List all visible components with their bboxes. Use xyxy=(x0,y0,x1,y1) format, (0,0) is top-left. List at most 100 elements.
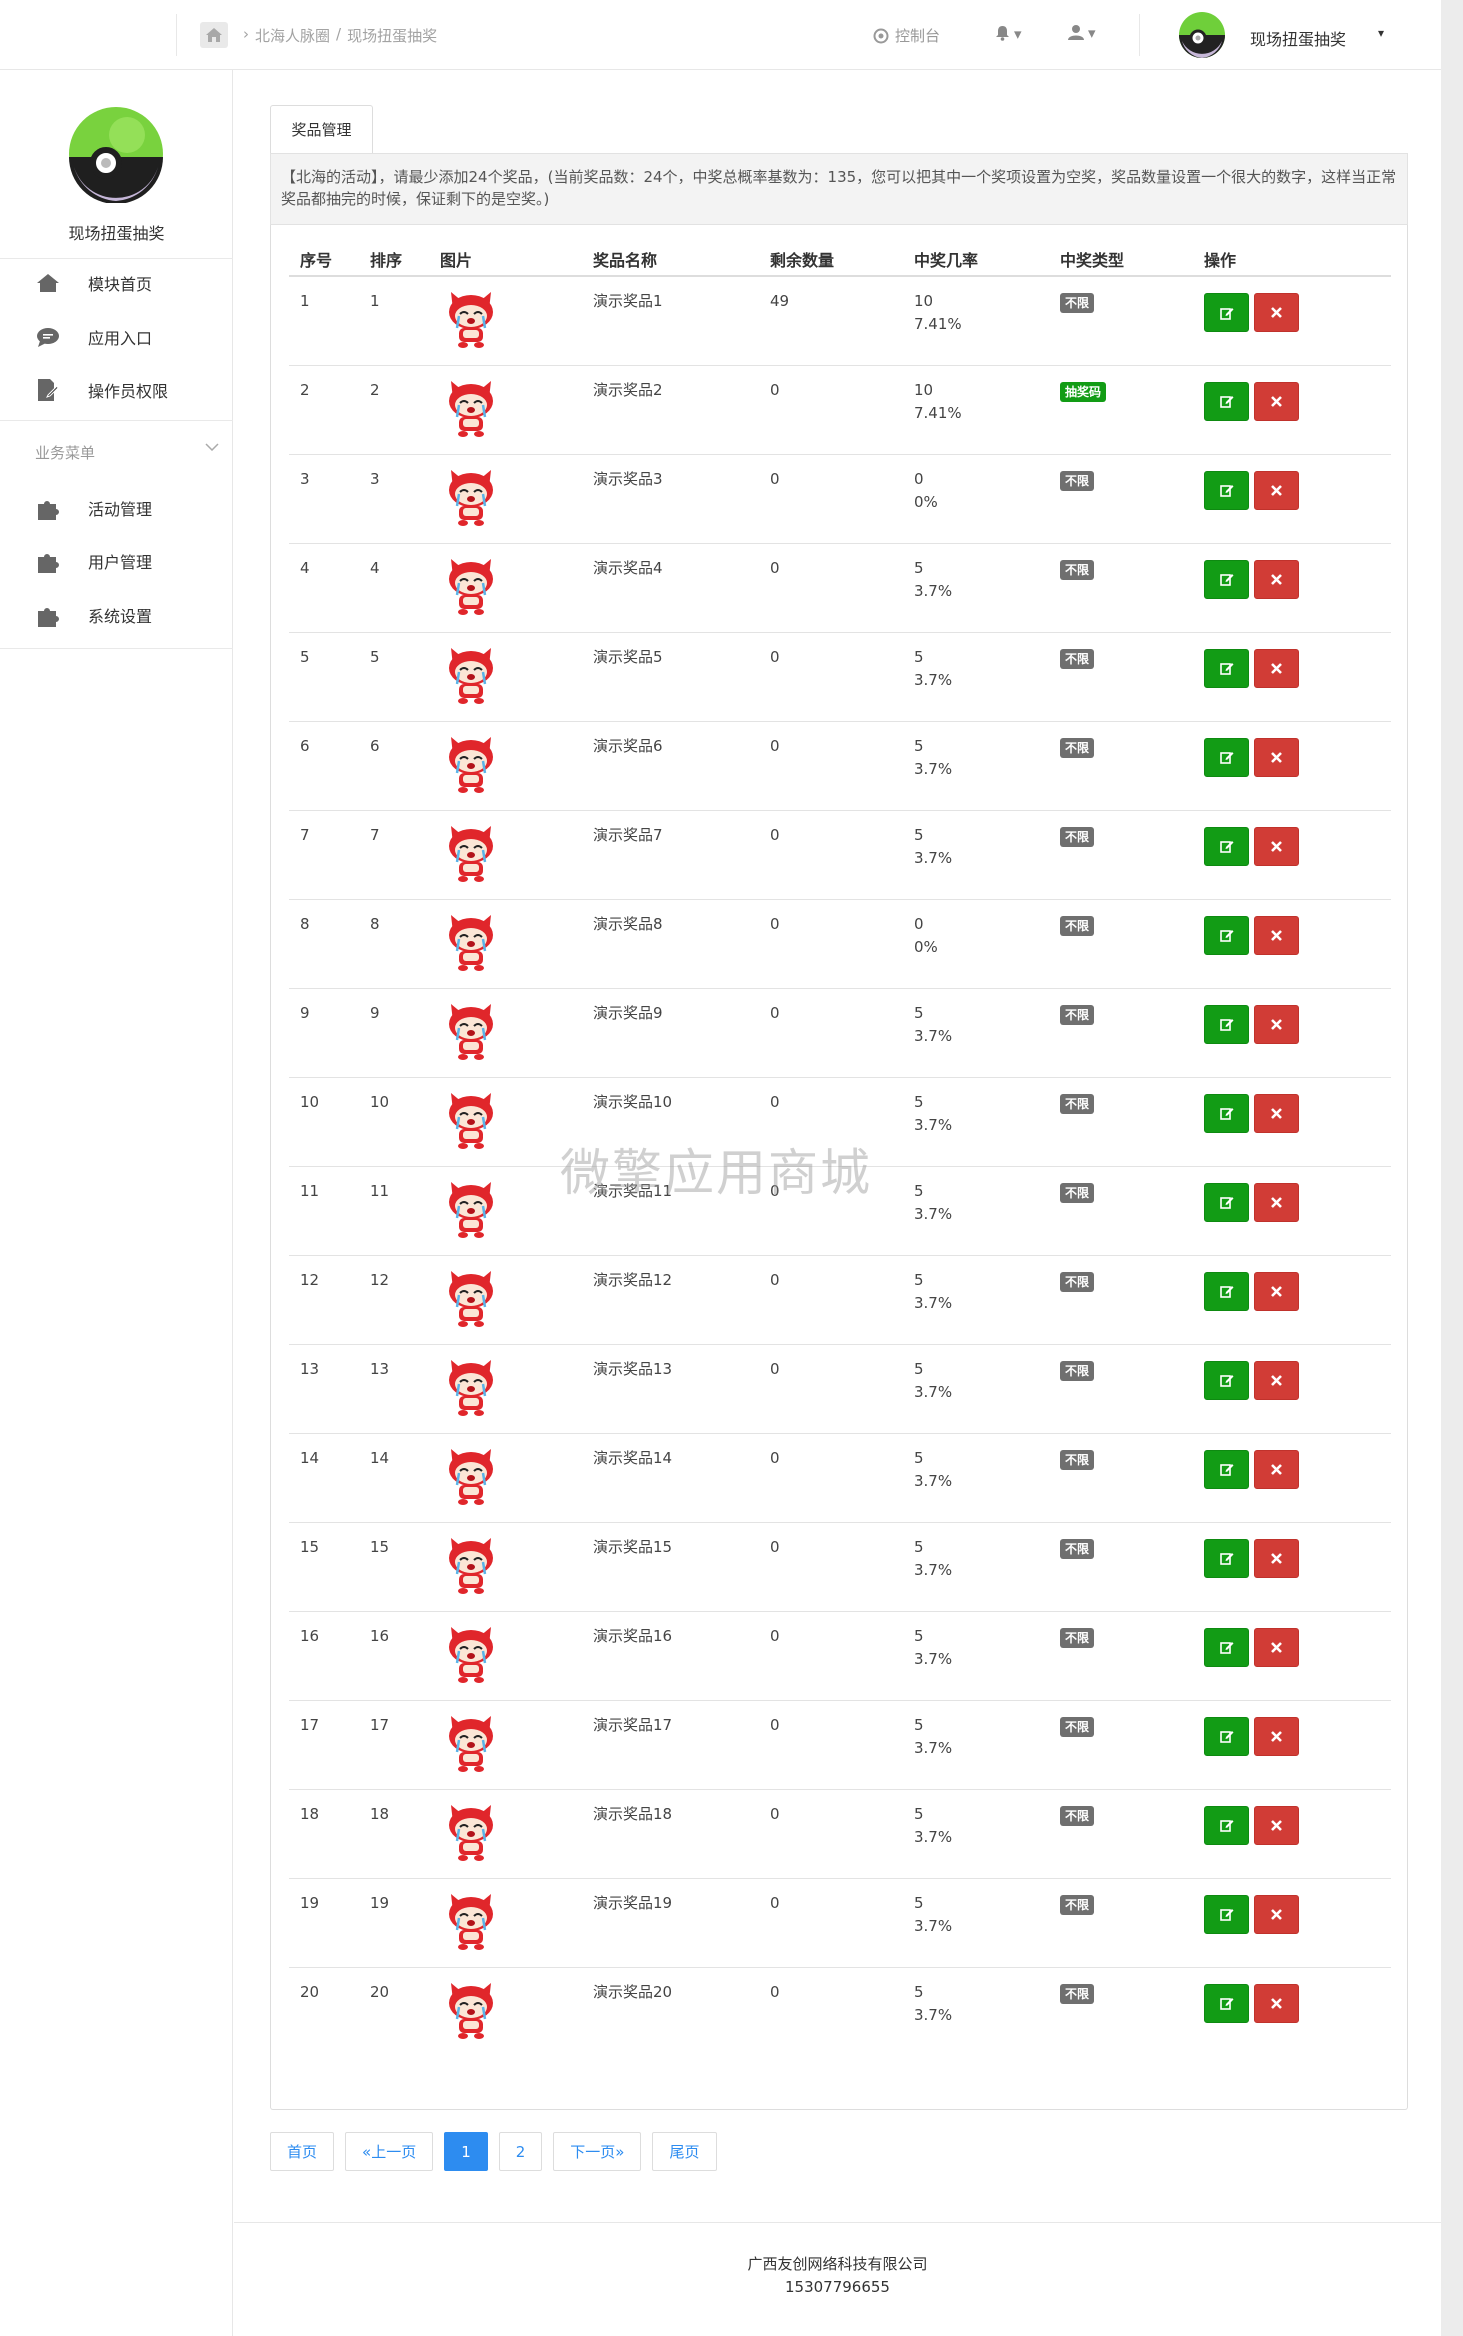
delete-button[interactable] xyxy=(1254,293,1299,332)
probability-weight: 5 xyxy=(914,558,924,577)
cell-no: 11 xyxy=(289,1166,359,1256)
delete-button[interactable] xyxy=(1254,1894,1299,1934)
delete-button[interactable] xyxy=(1254,381,1299,421)
sidebar-item-user-management[interactable]: 用户管理 xyxy=(0,536,233,586)
user-icon xyxy=(1068,25,1084,40)
close-icon xyxy=(1271,662,1282,674)
delete-button[interactable] xyxy=(1254,648,1299,688)
edit-button[interactable] xyxy=(1204,737,1249,777)
probability-weight: 0 xyxy=(914,914,924,933)
pagination-next[interactable]: 下一页» xyxy=(553,2132,642,2171)
pagination-prev[interactable]: «上一页 xyxy=(345,2132,434,2171)
avatar[interactable] xyxy=(1178,11,1226,59)
cell-no: 9 xyxy=(289,988,359,1078)
delete-button[interactable] xyxy=(1254,1805,1299,1845)
edit-button[interactable] xyxy=(1204,1271,1249,1311)
probability-percent: 3.7% xyxy=(914,1560,953,1579)
close-icon xyxy=(1271,1018,1282,1030)
delete-button[interactable] xyxy=(1254,1449,1299,1489)
sidebar-section-title[interactable]: 业务菜单 xyxy=(35,442,95,463)
cell-name: 演示奖品7 xyxy=(582,810,759,900)
edit-button[interactable] xyxy=(1204,1805,1249,1845)
cell-probability: 5 3.7% xyxy=(903,1967,1049,2056)
cell-name: 演示奖品8 xyxy=(582,899,759,989)
edit-button[interactable] xyxy=(1204,1093,1249,1133)
edit-button[interactable] xyxy=(1204,826,1249,866)
edit-button[interactable] xyxy=(1204,1716,1249,1756)
cell-type: 不限 xyxy=(1049,1433,1193,1523)
notification-menu[interactable]: ▾ xyxy=(995,25,1022,43)
delete-button[interactable] xyxy=(1254,1093,1299,1133)
delete-button[interactable] xyxy=(1254,737,1299,777)
delete-button[interactable] xyxy=(1254,826,1299,866)
cell-no: 20 xyxy=(300,1982,320,2001)
edit-button[interactable] xyxy=(1204,559,1249,599)
user-dropdown-caret[interactable]: ▾ xyxy=(1378,26,1384,40)
pagination-page-1[interactable]: 1 xyxy=(444,2132,488,2171)
column-header-name: 奖品名称 xyxy=(582,243,759,277)
delete-button[interactable] xyxy=(1254,1182,1299,1222)
cell-no: 13 xyxy=(289,1344,359,1434)
sidebar-item-app-entry[interactable]: 应用入口 xyxy=(0,312,233,362)
edit-button[interactable] xyxy=(1204,1538,1249,1578)
edit-button[interactable] xyxy=(1204,381,1249,421)
delete-button[interactable] xyxy=(1254,1983,1299,2023)
cell-quantity: 0 xyxy=(759,1789,903,1879)
status-badge: 不限 xyxy=(1060,1093,1095,1114)
edit-button[interactable] xyxy=(1204,1004,1249,1044)
edit-icon xyxy=(1219,752,1233,764)
sidebar-item-system-settings[interactable]: 系统设置 xyxy=(0,590,233,640)
breadcrumb-item-current[interactable]: 现场扭蛋抽奖 xyxy=(347,25,437,46)
user-menu[interactable]: ▾ xyxy=(1068,24,1096,42)
pagination-page-2[interactable]: 2 xyxy=(498,2132,543,2171)
delete-button[interactable] xyxy=(1254,915,1299,955)
pagination-first[interactable]: 首页 xyxy=(270,2132,335,2171)
edit-button[interactable] xyxy=(1204,1983,1249,2023)
cell-name: 演示奖品16 xyxy=(582,1611,759,1701)
probability-percent: 3.7% xyxy=(914,670,953,689)
column-header-type: 中奖类型 xyxy=(1049,243,1193,277)
cell-probability: 0 0% xyxy=(903,899,1049,989)
delete-button[interactable] xyxy=(1254,1716,1299,1756)
console-link[interactable]: 控制台 xyxy=(873,25,940,46)
delete-button[interactable] xyxy=(1254,1538,1299,1578)
delete-button[interactable] xyxy=(1254,470,1299,510)
edit-icon xyxy=(1219,1998,1233,2010)
table-row: 2 2 演示奖品2 0 10 7.41% 抽奖码 xyxy=(289,365,1391,455)
probability-percent: 3.7% xyxy=(914,1916,953,1935)
cell-quantity: 0 xyxy=(759,1344,903,1434)
delete-button[interactable] xyxy=(1254,1271,1299,1311)
edit-button[interactable] xyxy=(1204,648,1249,688)
cell-actions xyxy=(1193,988,1391,1078)
chevron-down-icon[interactable] xyxy=(205,440,219,455)
edit-button[interactable] xyxy=(1204,1627,1249,1667)
delete-button[interactable] xyxy=(1254,1627,1299,1667)
sidebar-item-module-home[interactable]: 模块首页 xyxy=(0,258,233,308)
edit-button[interactable] xyxy=(1204,1894,1249,1934)
edit-button[interactable] xyxy=(1204,1360,1249,1400)
edit-button[interactable] xyxy=(1204,293,1249,332)
edit-icon xyxy=(1219,1731,1233,1743)
breadcrumb-item-circle[interactable]: 北海人脉圈 xyxy=(255,25,330,46)
edit-button[interactable] xyxy=(1204,470,1249,510)
delete-button[interactable] xyxy=(1254,1004,1299,1044)
sidebar-item-operator-permissions[interactable]: 操作员权限 xyxy=(0,365,233,415)
edit-button[interactable] xyxy=(1204,1182,1249,1222)
cell-sort: 10 xyxy=(359,1077,429,1167)
sidebar-item-activity-management[interactable]: 活动管理 xyxy=(0,483,233,533)
delete-button[interactable] xyxy=(1254,1360,1299,1400)
cell-name: 演示奖品17 xyxy=(582,1700,759,1790)
delete-button[interactable] xyxy=(1254,559,1299,599)
cell-image xyxy=(429,1255,582,1345)
cell-sort: 11 xyxy=(359,1166,429,1256)
edit-button[interactable] xyxy=(1204,1449,1249,1489)
cell-actions xyxy=(1193,1433,1391,1523)
pagination-last[interactable]: 尾页 xyxy=(652,2132,717,2171)
page-scrollbar-track[interactable] xyxy=(1441,0,1463,2336)
tab-prize-management[interactable]: 奖品管理 xyxy=(270,105,373,153)
header-user-name[interactable]: 现场扭蛋抽奖 xyxy=(1250,26,1346,50)
edit-button[interactable] xyxy=(1204,915,1249,955)
cell-sort: 19 xyxy=(359,1878,429,1968)
home-button[interactable] xyxy=(200,22,228,48)
column-header-quantity: 剩余数量 xyxy=(759,243,903,277)
